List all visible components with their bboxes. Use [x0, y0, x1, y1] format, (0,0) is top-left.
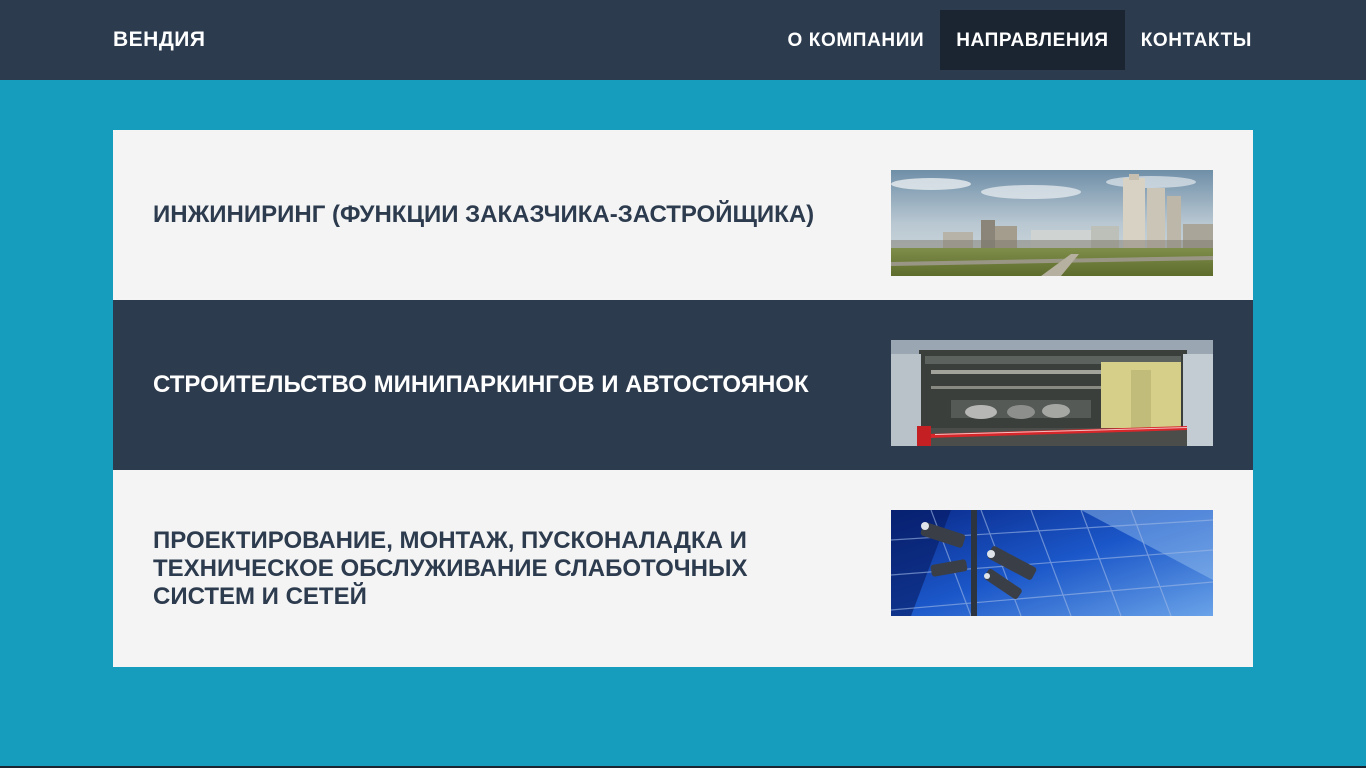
main-nav: О КОМПАНИИ НАПРАВЛЕНИЯ КОНТАКТЫ: [772, 10, 1268, 70]
direction-card-engineering[interactable]: ИНЖИНИРИНГ (ФУНКЦИИ ЗАКАЗЧИКА-ЗАСТРОЙЩИК…: [113, 130, 1253, 300]
nav-item-directions[interactable]: НАПРАВЛЕНИЯ: [940, 10, 1125, 70]
direction-image-city: [891, 170, 1213, 276]
nav-item-about[interactable]: О КОМПАНИИ: [772, 10, 941, 70]
site-logo[interactable]: ВЕНДИЯ: [113, 28, 206, 52]
direction-card-low-current[interactable]: ПРОЕКТИРОВАНИЕ, МОНТАЖ, ПУСКОНАЛАДКА И Т…: [113, 470, 1253, 667]
security-cameras-picture: [891, 510, 1213, 616]
parking-garage-picture: [891, 340, 1213, 446]
direction-title: СТРОИТЕЛЬСТВО МИНИПАРКИНГОВ И АВТОСТОЯНО…: [153, 371, 809, 398]
directions-list: ИНЖИНИРИНГ (ФУНКЦИИ ЗАКАЗЧИКА-ЗАСТРОЙЩИК…: [113, 130, 1253, 667]
nav-item-contacts[interactable]: КОНТАКТЫ: [1125, 10, 1268, 70]
direction-card-parking[interactable]: СТРОИТЕЛЬСТВО МИНИПАРКИНГОВ И АВТОСТОЯНО…: [113, 300, 1253, 470]
site-header: ВЕНДИЯ О КОМПАНИИ НАПРАВЛЕНИЯ КОНТАКТЫ: [0, 0, 1366, 80]
direction-title: ПРОЕКТИРОВАНИЕ, МОНТАЖ, ПУСКОНАЛАДКА И Т…: [153, 526, 748, 610]
direction-image-cameras: [891, 510, 1213, 616]
direction-image-parking: [891, 340, 1213, 446]
city-skyline-picture: [891, 170, 1213, 276]
direction-title: ИНЖИНИРИНГ (ФУНКЦИИ ЗАКАЗЧИКА-ЗАСТРОЙЩИК…: [153, 201, 815, 228]
